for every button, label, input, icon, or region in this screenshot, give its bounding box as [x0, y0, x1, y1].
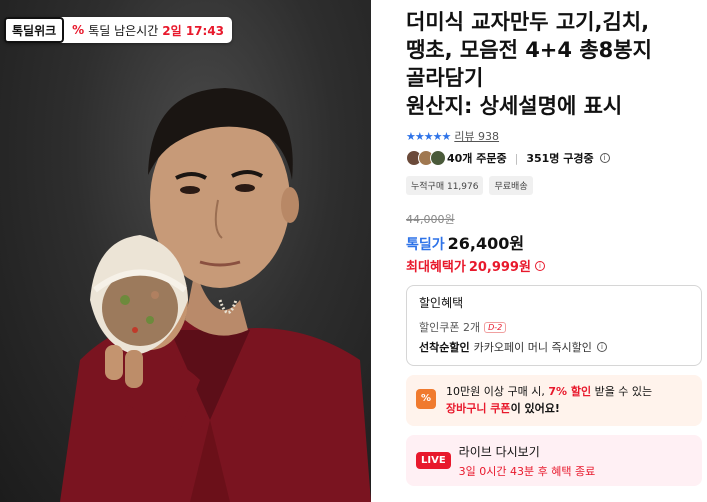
orders-count: 40개 주문중 [447, 152, 507, 165]
product-title-line: 골라담기 [406, 66, 484, 90]
discount-benefits-box: 할인혜택 할인쿠폰 2개 D-2 선착순할인 카카오페이 머니 즉시할인 i [406, 285, 702, 366]
promo-time-value: 2일 17:43 [162, 23, 225, 38]
cart-coupon-banner[interactable]: % 10만원 이상 구매 시, 7% 할인 받을 수 있는 장바구니 쿠폰이 있… [406, 375, 702, 426]
live-text: 라이브 다시보기 3일 0시간 43분 후 혜택 종료 [459, 443, 596, 479]
original-price: 44,000원 [406, 213, 455, 226]
deal-price-label: 톡딜가 [406, 237, 445, 253]
live-replay-banner[interactable]: LIVE 라이브 다시보기 3일 0시간 43분 후 혜택 종료 [406, 435, 702, 486]
cart-coupon-highlight: 7% 할인 [548, 385, 592, 398]
promo-tag: 톡딜위크 [4, 17, 65, 43]
kakaopay-discount-row[interactable]: 선착순할인 카카오페이 머니 즉시할인 i [419, 339, 689, 355]
product-title-line: 더미식 교자만두 고기,김치, [406, 10, 650, 34]
coupon-icon: % [416, 389, 436, 409]
coupon-text: 할인쿠폰 2개 [419, 321, 481, 334]
coupon-row[interactable]: 할인쿠폰 2개 D-2 [419, 319, 689, 335]
cart-coupon-highlight: 장바구니 쿠폰 [446, 402, 511, 415]
first-come-label: 선착순할인 [419, 341, 470, 354]
product-title: 더미식 교자만두 고기,김치, 땡초, 모음전 4+4 총8봉지 골라담기 원산… [406, 8, 706, 120]
star-rating-icon: ★★★★★ [406, 129, 451, 143]
deal-price-value: 26,400원 [447, 234, 525, 253]
max-benefit-value: 20,999원 [468, 260, 531, 275]
percent-icon: % [72, 23, 85, 37]
info-icon[interactable]: i [596, 342, 607, 352]
promo-badge[interactable]: 톡딜위크 % 톡딜 남은시간 2일 17:43 [4, 17, 233, 43]
deal-price-row: 톡딜가 26,400원 [406, 230, 524, 254]
product-photo-illustration [60, 88, 371, 502]
info-icon[interactable]: i [599, 153, 610, 163]
product-chips: 누적구매 11,976 무료배송 [406, 176, 533, 195]
cart-coupon-text-part: 이 있어요! [510, 402, 560, 415]
coupon-dday-badge: D-2 [484, 321, 507, 333]
info-icon[interactable]: i [534, 260, 545, 271]
kakaopay-text: 카카오페이 머니 즉시할인 [473, 341, 592, 354]
cart-coupon-text-part: 받을 수 있는 [591, 385, 653, 398]
watchers-count: 351명 구경중 [526, 152, 594, 165]
discount-title: 할인혜택 [419, 296, 464, 310]
cart-coupon-line-2: 장바구니 쿠폰이 있어요! [446, 400, 652, 417]
product-title-line: 원산지: 상세설명에 표시 [406, 94, 623, 118]
promo-time-label: 톡딜 남은시간 [88, 23, 159, 38]
cumulative-purchase-chip: 누적구매 11,976 [406, 176, 484, 195]
rating-row: ★★★★★ 리뷰 938 [406, 128, 499, 144]
cart-coupon-text: 10만원 이상 구매 시, 7% 할인 받을 수 있는 장바구니 쿠폰이 있어요… [446, 383, 652, 417]
live-title: 라이브 다시보기 [458, 444, 540, 459]
live-badge: LIVE [416, 452, 451, 469]
cart-coupon-line-1: 10만원 이상 구매 시, 7% 할인 받을 수 있는 [446, 383, 652, 400]
max-benefit-row: 최대혜택가 20,999원 i [406, 256, 545, 275]
product-image[interactable]: 톡딜위크 % 톡딜 남은시간 2일 17:43 [0, 0, 371, 502]
max-benefit-label: 최대혜택가 [406, 260, 466, 275]
cart-coupon-text-part: 10만원 이상 구매 시, [446, 385, 549, 398]
buyer-avatars [406, 150, 446, 166]
divider: | [514, 151, 519, 165]
live-timer: 3일 0시간 43분 후 혜택 종료 [458, 464, 596, 478]
activity-stats: 40개 주문중 | 351명 구경중 i [406, 150, 610, 166]
review-count-link[interactable]: 리뷰 938 [454, 128, 499, 144]
free-shipping-chip: 무료배송 [489, 176, 533, 195]
avatar [430, 150, 446, 166]
product-title-line: 땡초, 모음전 4+4 총8봉지 [406, 38, 652, 62]
